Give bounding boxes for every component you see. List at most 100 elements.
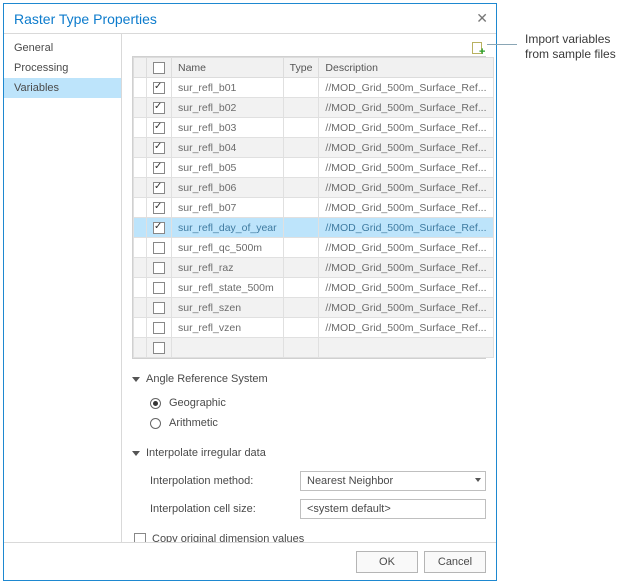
checkbox-icon[interactable] [153, 162, 165, 174]
table-row[interactable]: sur_refl_state_500m //MOD_Grid_500m_Surfa… [134, 278, 494, 298]
cell-desc[interactable]: //MOD_Grid_500m_Surface_Ref... [319, 138, 493, 158]
row-checkbox-cell[interactable] [147, 158, 172, 178]
cell-desc[interactable]: //MOD_Grid_500m_Surface_Ref... [319, 118, 493, 138]
row-checkbox-cell[interactable] [147, 278, 172, 298]
row-handle[interactable] [134, 118, 147, 138]
cell-type[interactable] [283, 258, 319, 278]
checkbox-icon[interactable] [153, 122, 165, 134]
row-handle[interactable] [134, 158, 147, 178]
checkbox-icon[interactable] [153, 222, 165, 234]
col-header-type[interactable]: Type [283, 58, 319, 78]
row-handle[interactable] [134, 98, 147, 118]
cell-name[interactable]: sur_refl_b02 [172, 98, 284, 118]
row-handle[interactable] [134, 238, 147, 258]
row-checkbox-cell[interactable] [147, 178, 172, 198]
row-handle[interactable] [134, 278, 147, 298]
cell-type[interactable] [283, 178, 319, 198]
cell-name[interactable]: sur_refl_b04 [172, 138, 284, 158]
cell-desc[interactable]: //MOD_Grid_500m_Surface_Ref... [319, 258, 493, 278]
table-row[interactable]: sur_refl_b01 //MOD_Grid_500m_Surface_Ref.… [134, 78, 494, 98]
col-header-name[interactable]: Name [172, 58, 284, 78]
row-checkbox-cell[interactable] [147, 318, 172, 338]
checkbox-icon[interactable] [153, 202, 165, 214]
row-handle[interactable] [134, 298, 147, 318]
checkbox-icon[interactable] [153, 242, 165, 254]
import-variables-button[interactable]: + [470, 40, 486, 56]
row-handle[interactable] [134, 258, 147, 278]
table-row[interactable]: sur_refl_day_of_year//MOD_Grid_500m_Surf… [134, 218, 494, 238]
cell-desc[interactable]: //MOD_Grid_500m_Surface_Ref... [319, 98, 493, 118]
checkbox-icon[interactable] [153, 102, 165, 114]
cell-desc[interactable]: //MOD_Grid_500m_Surface_Ref... [319, 318, 493, 338]
row-checkbox-cell[interactable] [147, 98, 172, 118]
table-row[interactable]: sur_refl_b05 //MOD_Grid_500m_Surface_Ref.… [134, 158, 494, 178]
cell-type[interactable] [283, 118, 319, 138]
row-checkbox-cell[interactable] [147, 238, 172, 258]
cell-desc[interactable] [319, 338, 493, 358]
cell-name[interactable]: sur_refl_b06 [172, 178, 284, 198]
col-header-check[interactable] [147, 58, 172, 78]
cell-type[interactable] [283, 338, 319, 358]
sidebar-item-general[interactable]: General [4, 38, 121, 58]
angle-section-header[interactable]: Angle Reference System [132, 373, 486, 385]
row-checkbox-cell[interactable] [147, 78, 172, 98]
cell-type[interactable] [283, 158, 319, 178]
checkbox-icon[interactable] [153, 342, 165, 354]
table-row[interactable]: sur_refl_raz //MOD_Grid_500m_Surface_Ref.… [134, 258, 494, 278]
cell-name[interactable]: sur_refl_b07 [172, 198, 284, 218]
cell-name[interactable]: sur_refl_szen [172, 298, 284, 318]
cell-name[interactable] [172, 338, 284, 358]
close-icon[interactable]: ✕ [476, 10, 488, 27]
cell-name[interactable]: sur_refl_state_500m [172, 278, 284, 298]
cell-name[interactable]: sur_refl_day_of_year [172, 218, 284, 238]
row-checkbox-cell[interactable] [147, 298, 172, 318]
row-checkbox-cell[interactable] [147, 138, 172, 158]
cell-desc[interactable]: //MOD_Grid_500m_Surface_Ref... [319, 78, 493, 98]
cancel-button[interactable]: Cancel [424, 551, 486, 573]
cell-name[interactable]: sur_refl_qc_500m [172, 238, 284, 258]
interp-method-dropdown[interactable]: Nearest Neighbor [300, 471, 486, 491]
cell-type[interactable] [283, 318, 319, 338]
copy-dimension-checkbox[interactable]: Copy original dimension values [132, 523, 486, 542]
cell-name[interactable]: sur_refl_b05 [172, 158, 284, 178]
table-row[interactable]: sur_refl_b03 //MOD_Grid_500m_Surface_Ref.… [134, 118, 494, 138]
checkbox-icon[interactable] [153, 182, 165, 194]
row-handle[interactable] [134, 138, 147, 158]
table-row[interactable]: sur_refl_b07 //MOD_Grid_500m_Surface_Ref.… [134, 198, 494, 218]
cell-name[interactable]: sur_refl_raz [172, 258, 284, 278]
cell-type[interactable] [283, 218, 319, 238]
interpolate-section-header[interactable]: Interpolate irregular data [132, 447, 486, 459]
table-row[interactable]: sur_refl_szen //MOD_Grid_500m_Surface_Ref… [134, 298, 494, 318]
row-handle[interactable] [134, 318, 147, 338]
cell-desc[interactable]: //MOD_Grid_500m_Surface_Ref... [319, 238, 493, 258]
table-row[interactable]: sur_refl_b06//MOD_Grid_500m_Surface_Ref.… [134, 178, 494, 198]
checkbox-icon[interactable] [153, 62, 165, 74]
cell-type[interactable] [283, 238, 319, 258]
col-header-desc[interactable]: Description [319, 58, 493, 78]
sidebar-item-processing[interactable]: Processing [4, 58, 121, 78]
table-row[interactable]: sur_refl_b04 //MOD_Grid_500m_Surface_Ref.… [134, 138, 494, 158]
row-checkbox-cell[interactable] [147, 338, 172, 358]
cell-desc[interactable]: //MOD_Grid_500m_Surface_Ref... [319, 158, 493, 178]
checkbox-icon[interactable] [153, 322, 165, 334]
row-handle[interactable] [134, 218, 147, 238]
cell-name[interactable]: sur_refl_b01 [172, 78, 284, 98]
cell-type[interactable] [283, 98, 319, 118]
row-checkbox-cell[interactable] [147, 118, 172, 138]
col-header-handle[interactable] [134, 58, 147, 78]
row-handle[interactable] [134, 198, 147, 218]
row-checkbox-cell[interactable] [147, 198, 172, 218]
ok-button[interactable]: OK [356, 551, 418, 573]
cell-type[interactable] [283, 298, 319, 318]
cell-desc[interactable]: //MOD_Grid_500m_Surface_Ref... [319, 278, 493, 298]
checkbox-icon[interactable] [153, 302, 165, 314]
radio-geographic[interactable]: Geographic [132, 393, 486, 413]
cell-type[interactable] [283, 138, 319, 158]
table-row[interactable]: sur_refl_vzen//MOD_Grid_500m_Surface_Ref… [134, 318, 494, 338]
cell-name[interactable]: sur_refl_b03 [172, 118, 284, 138]
cell-desc[interactable]: //MOD_Grid_500m_Surface_Ref... [319, 298, 493, 318]
cell-desc[interactable]: //MOD_Grid_500m_Surface_Ref... [319, 198, 493, 218]
row-handle[interactable] [134, 338, 147, 358]
checkbox-icon[interactable] [153, 262, 165, 274]
cell-type[interactable] [283, 278, 319, 298]
